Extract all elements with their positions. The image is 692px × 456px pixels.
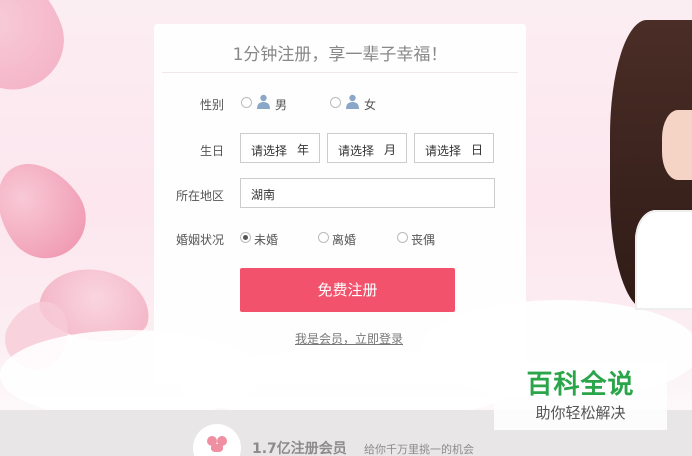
model-portrait	[600, 20, 692, 310]
region-input[interactable]: 湖南	[240, 178, 495, 208]
watermark-subtitle: 助你轻松解决	[535, 404, 626, 422]
birth-month-select[interactable]: 请选择 月	[327, 133, 407, 163]
marital-widowed-label[interactable]: 丧偶	[411, 231, 435, 248]
member-login-link[interactable]: 我是会员，立即登录	[154, 330, 544, 347]
watermark-box: 百科全说 助你轻松解决	[494, 362, 667, 430]
background-petal	[0, 0, 78, 104]
footer-tagline: 给你千万里挑一的机会	[364, 443, 474, 456]
birth-month-placeholder: 请选择	[338, 144, 375, 158]
members-icon	[193, 424, 241, 456]
gender-female-radio[interactable]	[330, 97, 341, 108]
marital-divorced-label[interactable]: 离婚	[332, 231, 356, 248]
marital-divorced-radio[interactable]	[318, 232, 329, 243]
registration-card: 1分钟注册，享一辈子幸福！ 性别 男 女 生日 请选择 年 请选择 月 请选择 …	[154, 24, 526, 384]
birthday-label: 生日	[199, 144, 224, 158]
birth-year-unit: 年	[296, 143, 309, 157]
member-count: 1.7亿注册会员	[252, 441, 347, 456]
free-register-button[interactable]: 免费注册	[240, 268, 455, 312]
gender-male-label[interactable]: 男	[275, 96, 287, 113]
marital-single-radio[interactable]	[240, 232, 251, 243]
birth-day-placeholder: 请选择	[425, 144, 462, 158]
birth-year-select[interactable]: 请选择 年	[240, 133, 320, 163]
gender-female-label[interactable]: 女	[364, 96, 376, 113]
marital-single-label[interactable]: 未婚	[254, 231, 278, 248]
title-divider	[162, 72, 518, 73]
gender-male-radio[interactable]	[241, 97, 252, 108]
portrait-face	[662, 110, 692, 180]
portrait-shirt	[635, 210, 692, 310]
birth-month-unit: 月	[383, 143, 396, 157]
birth-day-unit: 日	[470, 143, 483, 157]
gender-label: 性别	[199, 98, 224, 112]
female-user-icon	[346, 94, 359, 109]
marital-label: 婚姻状况	[175, 233, 224, 247]
birth-day-select[interactable]: 请选择 日	[414, 133, 494, 163]
birth-year-placeholder: 请选择	[251, 144, 288, 158]
male-user-icon	[257, 94, 270, 109]
form-title: 1分钟注册，享一辈子幸福！	[232, 45, 448, 65]
marital-widowed-radio[interactable]	[397, 232, 408, 243]
region-label: 所在地区	[175, 189, 224, 203]
background-petal	[0, 146, 102, 274]
watermark-title: 百科全说	[526, 370, 635, 400]
